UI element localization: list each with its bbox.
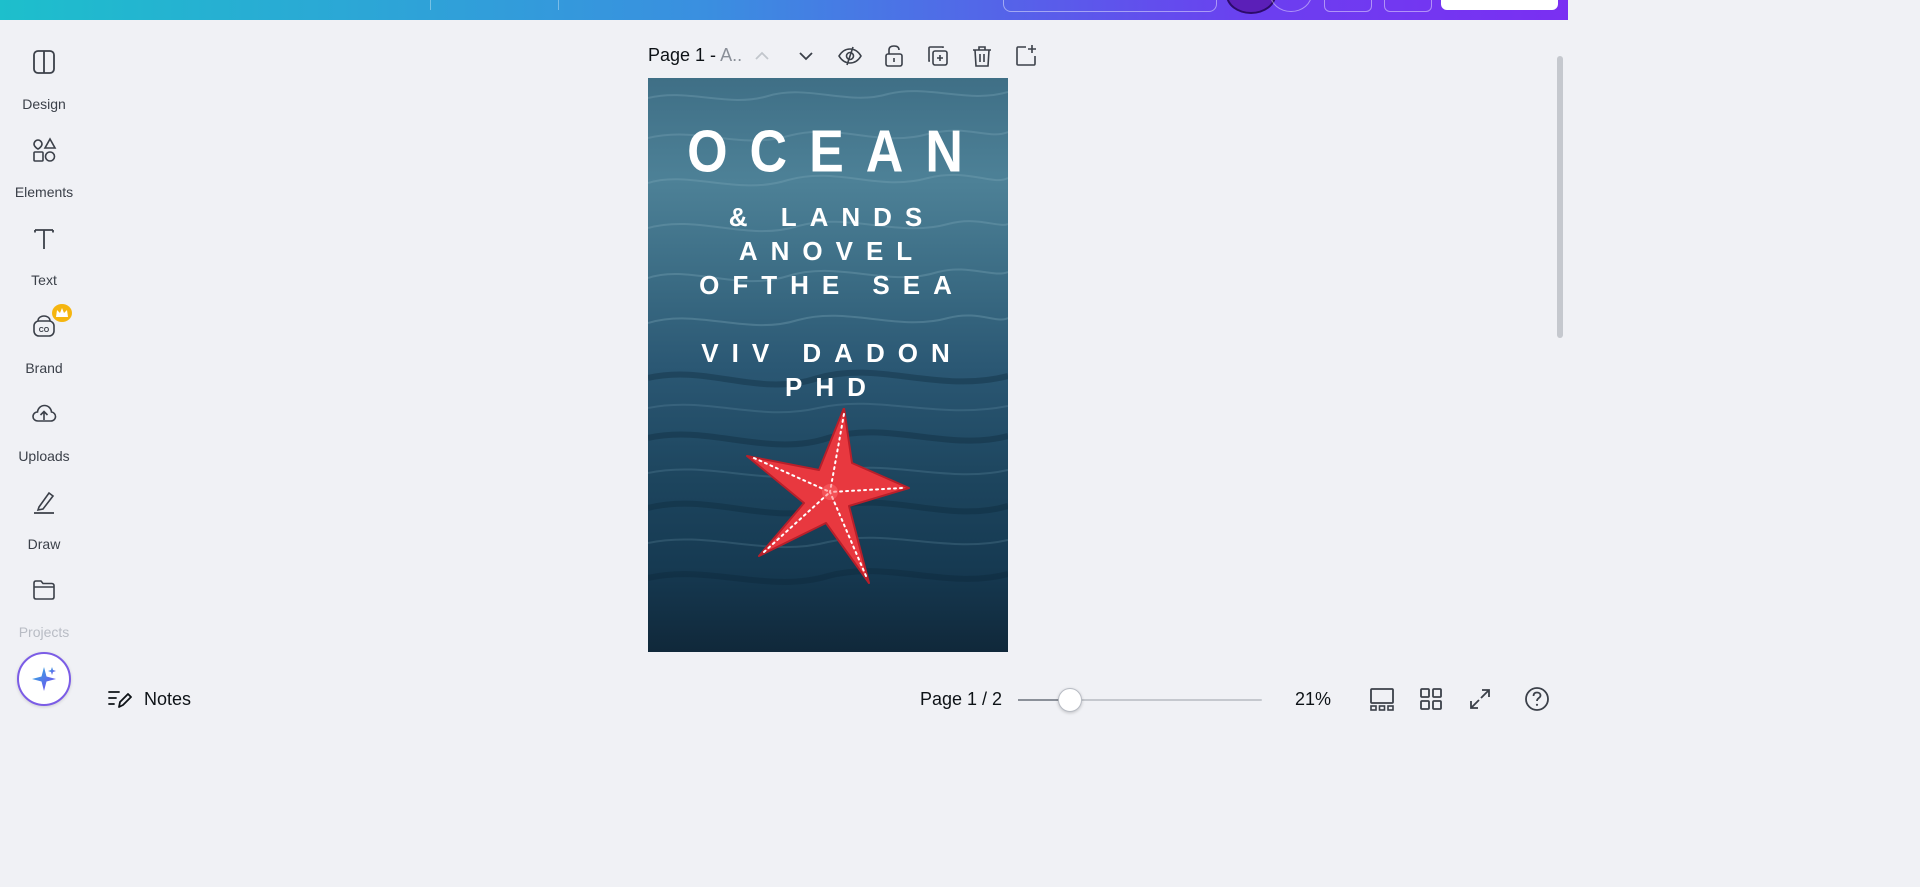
sidebar-item-label: Design: [22, 96, 66, 112]
magic-assistant-button[interactable]: [17, 652, 71, 706]
thumbnail-view-icon[interactable]: [1369, 686, 1395, 712]
add-page-icon[interactable]: [1012, 42, 1040, 70]
sidebar-item-uploads[interactable]: Uploads: [0, 400, 88, 480]
top-toolbar: [0, 0, 1568, 20]
page-title-subtitle: A..: [720, 45, 743, 65]
zoom-slider-thumb[interactable]: [1058, 688, 1083, 712]
zoom-level[interactable]: 21%: [1295, 689, 1331, 710]
cover-author-line[interactable]: PHD: [648, 372, 1008, 403]
duplicate-page-icon[interactable]: [924, 42, 952, 70]
zoom-slider[interactable]: [1018, 699, 1262, 701]
side-panel: Design Elements Text CO Brand Uploads Dr…: [0, 20, 88, 724]
sidebar-item-label: Brand: [25, 360, 63, 376]
uploads-icon: [32, 404, 57, 422]
hide-page-icon[interactable]: [836, 42, 864, 70]
chevron-up-icon[interactable]: [748, 42, 776, 70]
sidebar-item-text[interactable]: Text: [0, 224, 88, 304]
page-count-button[interactable]: Page 1 / 2: [920, 689, 1002, 710]
search-input[interactable]: [1003, 0, 1217, 12]
projects-icon: [33, 580, 55, 600]
premium-crown-icon: [52, 304, 72, 322]
notes-label: Notes: [144, 689, 192, 709]
sidebar-item-label: Uploads: [18, 448, 70, 464]
draw-icon: [34, 491, 55, 514]
sidebar-item-label: Elements: [14, 184, 74, 200]
trash-icon[interactable]: [968, 42, 996, 70]
page-title[interactable]: Page 1 - A..: [648, 45, 742, 66]
sidebar-item-design[interactable]: Design: [0, 48, 88, 128]
add-collaborator-button[interactable]: [1270, 0, 1312, 12]
cover-subtitle-line[interactable]: OFTHE SEA: [648, 270, 1008, 301]
starfish-image[interactable]: [744, 408, 914, 588]
cover-subtitle-line[interactable]: & LANDS: [648, 202, 1008, 233]
cover-subtitle-line[interactable]: ANOVEL: [648, 236, 1008, 267]
toolbar-divider: [430, 0, 431, 10]
sparkle-icon: [32, 667, 56, 691]
sidebar-item-brand[interactable]: CO Brand: [0, 304, 88, 392]
sidebar-item-draw[interactable]: Draw: [0, 488, 88, 568]
share-button[interactable]: [1441, 0, 1558, 10]
help-icon[interactable]: [1524, 686, 1550, 712]
toolbar-divider: [558, 0, 559, 10]
design-canvas[interactable]: OCEAN & LANDS ANOVEL OFTHE SEA VIV DADON…: [648, 78, 1008, 652]
toolbar-button[interactable]: [1384, 0, 1432, 12]
sidebar-item-label: Projects: [18, 624, 70, 640]
grid-view-icon[interactable]: [1418, 686, 1444, 712]
svg-text:CO: CO: [39, 327, 50, 334]
sidebar-item-label: Text: [31, 272, 57, 288]
fullscreen-icon[interactable]: [1467, 686, 1493, 712]
toolbar-button[interactable]: [1324, 0, 1372, 12]
chevron-down-icon[interactable]: [792, 42, 820, 70]
sidebar-item-label: Draw: [27, 536, 61, 552]
page-header: Page 1 - A..: [648, 40, 1048, 72]
elements-icon: [33, 137, 57, 162]
cover-title[interactable]: OCEAN: [648, 118, 1008, 187]
page-title-label: Page 1 -: [648, 45, 721, 65]
sidebar-item-elements[interactable]: Elements: [0, 136, 88, 216]
design-icon: [33, 50, 55, 74]
sidebar-item-projects[interactable]: Projects: [0, 576, 88, 656]
lock-icon[interactable]: [880, 42, 908, 70]
avatar[interactable]: [1226, 0, 1276, 14]
scrollbar-thumb[interactable]: [1557, 56, 1563, 338]
cover-author-line[interactable]: VIV DADON: [648, 338, 1008, 369]
notes-icon: [108, 691, 132, 708]
bottom-toolbar: Notes Page 1 / 2 21%: [88, 676, 1568, 724]
text-icon: [34, 229, 54, 249]
